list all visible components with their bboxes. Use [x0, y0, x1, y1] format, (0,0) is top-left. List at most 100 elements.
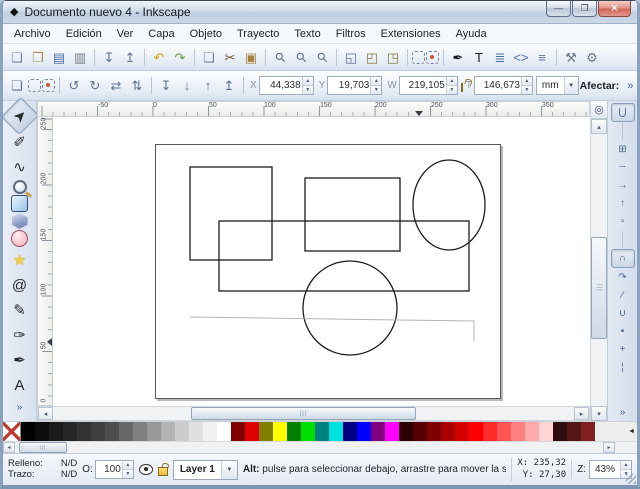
new-document-icon[interactable]: ❏ — [7, 47, 27, 67]
palette-swatch[interactable] — [371, 422, 385, 441]
snap-path-intersections-icon[interactable]: ∕ — [612, 287, 634, 304]
palette-swatch-none[interactable] — [3, 422, 21, 441]
menu-archivo[interactable]: Archivo — [7, 26, 58, 42]
lock-ratio-icon[interactable] — [461, 83, 463, 92]
cut-icon[interactable]: ✂ — [220, 47, 240, 67]
toolbox-overflow-icon[interactable]: » — [17, 402, 23, 413]
palette-swatch[interactable] — [385, 422, 399, 441]
zoom-page-icon[interactable]: ⚲ — [308, 43, 336, 71]
palette-swatch[interactable] — [329, 422, 343, 441]
palette-swatch[interactable] — [245, 422, 259, 441]
ruler-corner-button[interactable]: ◎ — [591, 101, 607, 119]
palette-swatch[interactable] — [105, 422, 119, 441]
palette-swatch[interactable] — [581, 422, 595, 441]
palette-swatch[interactable] — [21, 422, 35, 441]
export-document-icon[interactable]: ↥ — [120, 47, 140, 67]
palette-swatch[interactable] — [35, 422, 49, 441]
opacity-input[interactable] — [96, 461, 122, 478]
palette-swatch[interactable] — [175, 422, 189, 441]
palette-swatch[interactable] — [301, 422, 315, 441]
copy-icon[interactable]: ❏ — [199, 47, 219, 67]
snap-enable-icon[interactable]: ⋃ — [611, 103, 635, 122]
width-spinner[interactable]: ▲▼ — [446, 77, 457, 94]
ellipse-shape[interactable] — [413, 160, 485, 250]
width-input[interactable] — [400, 77, 446, 94]
palette-swatch[interactable] — [497, 422, 511, 441]
menu-ayuda[interactable]: Ayuda — [449, 26, 494, 42]
menu-trayecto[interactable]: Trayecto — [230, 26, 286, 42]
palette-swatch[interactable] — [525, 422, 539, 441]
snap-bbox-midpoints-icon[interactable]: ↑ — [612, 195, 634, 212]
palette-swatch[interactable] — [161, 422, 175, 441]
zoom-input[interactable] — [590, 461, 620, 478]
select-all-icon[interactable]: ❏ — [7, 76, 27, 96]
menu-objeto[interactable]: Objeto — [183, 26, 229, 42]
palette-swatch[interactable] — [91, 422, 105, 441]
palette-scroll-left-icon[interactable]: ◂ — [3, 442, 15, 453]
palette-swatch[interactable] — [343, 422, 357, 441]
palette-scroll-thumb[interactable]: ||| — [19, 442, 67, 453]
h-scroll-track[interactable]: ||| — [53, 407, 574, 420]
select-all-layers-icon[interactable] — [28, 79, 41, 92]
palette-swatch[interactable] — [413, 422, 427, 441]
palette-swatch[interactable] — [77, 422, 91, 441]
star-tool-icon[interactable]: ★ — [7, 248, 33, 272]
selector-tool-icon[interactable]: ➤ — [0, 97, 38, 135]
palette-swatch[interactable] — [483, 422, 497, 441]
preferences-icon[interactable]: ⚒ — [561, 47, 581, 67]
toolbar-overflow-icon[interactable]: » — [627, 80, 633, 92]
box3d-tool-icon[interactable] — [12, 213, 28, 229]
pencil-tool-icon[interactable]: ✎ — [7, 298, 33, 322]
save-document-icon[interactable]: ▤ — [49, 47, 69, 67]
fill-stroke-indicator[interactable]: Relleno: N/D Trazo: N/D — [8, 459, 77, 481]
snap-centers-icon[interactable]: ¦ — [612, 359, 634, 376]
x-spinner[interactable]: ▲▼ — [302, 77, 313, 94]
palette-swatch[interactable] — [49, 422, 63, 441]
palette-swatch[interactable] — [119, 422, 133, 441]
palette-swatch[interactable] — [203, 422, 217, 441]
menu-filtros[interactable]: Filtros — [329, 26, 373, 42]
palette-swatch[interactable] — [273, 422, 287, 441]
menu-capa[interactable]: Capa — [141, 26, 181, 42]
palette-scroll-track[interactable]: ||| — [15, 442, 603, 453]
ellipse-tool-icon[interactable] — [11, 230, 28, 247]
rectangle-shape-top[interactable] — [305, 178, 400, 251]
unlink-clone-icon[interactable]: ◳ — [383, 47, 403, 67]
align-dialog-icon[interactable]: ≡ — [532, 47, 552, 67]
lower-one-step-icon[interactable]: ↓ — [177, 76, 197, 96]
canvas[interactable] — [53, 117, 590, 406]
palette-swatch[interactable] — [567, 422, 581, 441]
palette-swatch[interactable] — [441, 422, 455, 441]
height-spinner[interactable]: ▲▼ — [521, 77, 532, 94]
palette-swatch[interactable] — [133, 422, 147, 441]
fill-stroke-dialog-icon[interactable]: ✒ — [448, 47, 468, 67]
rotate-ccw-icon[interactable]: ↺ — [64, 76, 84, 96]
snap-bbox-icon[interactable]: ⊞ — [612, 141, 634, 158]
select-ungroup-icon[interactable] — [426, 51, 439, 64]
v-scroll-thumb[interactable]: ||| — [591, 237, 607, 339]
palette-swatch[interactable] — [511, 422, 525, 441]
snap-cusp-nodes-icon[interactable]: ∪ — [612, 305, 634, 322]
redo-icon[interactable]: ↷ — [170, 47, 190, 67]
palette-swatch[interactable] — [63, 422, 77, 441]
x-input[interactable] — [260, 77, 302, 94]
circle-shape[interactable] — [303, 261, 397, 355]
palette-swatch[interactable] — [259, 422, 273, 441]
layer-visibility-eye-icon[interactable] — [139, 464, 153, 475]
rectangle-shape-wide[interactable] — [219, 221, 469, 291]
freehand-line[interactable] — [190, 317, 474, 341]
minimize-button[interactable]: — — [546, 1, 571, 17]
palette-swatch[interactable] — [469, 422, 483, 441]
flip-vertical-icon[interactable]: ⇅ — [127, 76, 147, 96]
h-scroll-thumb[interactable]: ||| — [191, 407, 416, 420]
horizontal-ruler[interactable]: -50050100150200250300350 — [37, 101, 590, 117]
height-input[interactable] — [475, 77, 521, 94]
palette-swatch[interactable] — [231, 422, 245, 441]
flip-horizontal-icon[interactable]: ⇄ — [106, 76, 126, 96]
opacity-spinner[interactable]: ▲▼ — [122, 461, 133, 478]
menu-extensiones[interactable]: Extensiones — [374, 26, 448, 42]
palette-swatch[interactable] — [357, 422, 371, 441]
spiral-tool-icon[interactable]: @ — [7, 273, 33, 297]
layers-dialog-icon[interactable]: ≣ — [490, 47, 510, 67]
menu-ver[interactable]: Ver — [110, 26, 141, 42]
